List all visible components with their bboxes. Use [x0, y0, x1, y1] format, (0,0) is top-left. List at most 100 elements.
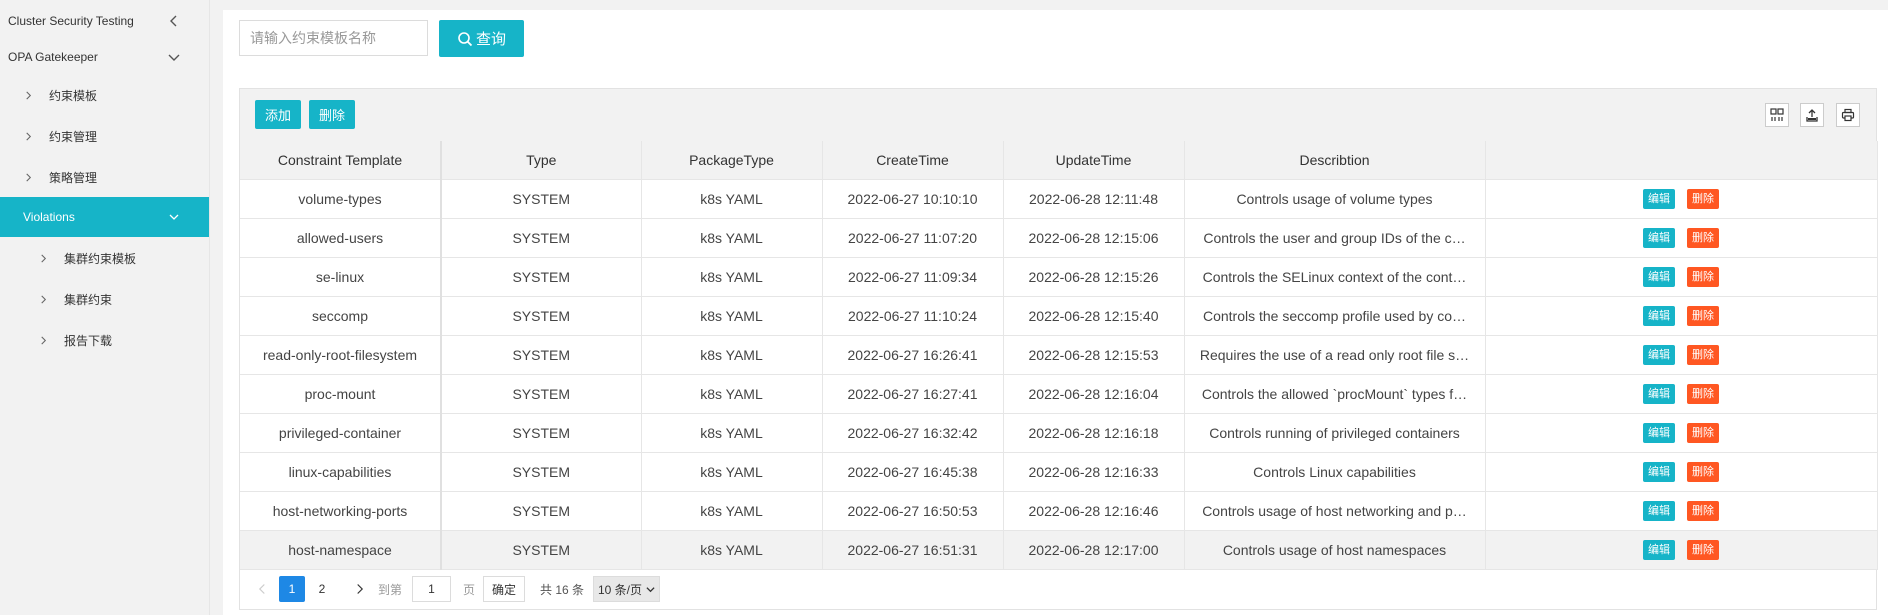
table-row[interactable]: proc-mount SYSTEM k8s YAML 2022-06-27 16:27… — [240, 374, 1878, 414]
delete-button[interactable]: 删除 — [1687, 500, 1719, 521]
sidebar-item-label: OPA Gatekeeper — [8, 50, 98, 64]
table-cell: k8s YAML — [641, 374, 823, 414]
delete-button[interactable]: 删除 — [1687, 227, 1719, 248]
add-button[interactable]: 添加 — [255, 100, 302, 129]
delete-button[interactable]: 删除 — [1687, 383, 1719, 404]
search-button[interactable]: 查询 — [439, 20, 524, 57]
table-cell: Controls the SELinux context of the cont… — [1184, 257, 1486, 297]
table-cell: 2022-06-27 10:10:10 — [822, 179, 1004, 219]
table-cell: 2022-06-27 16:32:42 — [822, 413, 1004, 453]
table-cell: seccomp — [240, 296, 442, 336]
search-input[interactable] — [239, 20, 428, 56]
goto-page-input[interactable] — [412, 576, 451, 602]
table-row[interactable]: se-linux SYSTEM k8s YAML 2022-06-27 11:09:3… — [240, 257, 1878, 297]
print-icon[interactable] — [1836, 103, 1860, 127]
table-cell: 2022-06-27 11:07:20 — [822, 218, 1004, 258]
sidebar-item-constraint-templates[interactable]: 约束模板 — [0, 75, 209, 115]
search-button-label: 查询 — [475, 31, 506, 48]
edit-button[interactable]: 编辑 — [1643, 227, 1675, 248]
edit-button[interactable]: 编辑 — [1643, 383, 1675, 404]
chevron-right-icon — [22, 171, 34, 183]
sidebar-item-violations[interactable]: Violations — [0, 197, 209, 237]
row-actions: 编辑 删除 — [1485, 296, 1878, 336]
delete-button[interactable]: 删除 — [1687, 188, 1719, 209]
delete-button[interactable]: 删除 — [1687, 539, 1719, 560]
table-cell: 2022-06-28 12:15:40 — [1003, 296, 1185, 336]
edit-button[interactable]: 编辑 — [1643, 188, 1675, 209]
table-cell: SYSTEM — [441, 257, 642, 297]
table-row[interactable]: read-only-root-filesystem SYSTEM k8s YAML 2… — [240, 335, 1878, 375]
table-cell: 2022-06-28 12:17:00 — [1003, 530, 1185, 570]
table-cell: 2022-06-28 12:15:06 — [1003, 218, 1185, 258]
table-row[interactable]: seccomp SYSTEM k8s YAML 2022-06-27 11:10:24… — [240, 296, 1878, 336]
goto-prefix: 到第 — [378, 583, 403, 597]
edit-button[interactable]: 编辑 — [1643, 266, 1675, 287]
column-header[interactable]: Constraint Template — [240, 141, 442, 180]
search-icon — [457, 31, 473, 47]
chevron-down-icon — [165, 208, 183, 226]
table-row[interactable]: linux-capabilities SYSTEM k8s YAML 2022-06-… — [240, 452, 1878, 492]
sidebar-item-label: Cluster Security Testing — [8, 14, 134, 28]
page-button-2[interactable]: 2 — [309, 576, 335, 602]
row-actions: 编辑 删除 — [1485, 413, 1878, 453]
page-button-1[interactable]: 1 — [279, 576, 305, 602]
delete-button[interactable]: 删除 — [1687, 344, 1719, 365]
table-cell: k8s YAML — [641, 530, 823, 570]
table-cell: k8s YAML — [641, 491, 823, 531]
table-cell: privileged-container — [240, 413, 442, 453]
edit-button[interactable]: 编辑 — [1643, 305, 1675, 326]
table-cell: k8s YAML — [641, 335, 823, 375]
table-cell: k8s YAML — [641, 179, 823, 219]
sidebar-item-constraint-management[interactable]: 约束管理 — [0, 116, 209, 156]
delete-button[interactable]: 删除 — [1687, 305, 1719, 326]
sidebar-item-label: 策略管理 — [49, 170, 98, 185]
goto-confirm-button[interactable]: 确定 — [483, 576, 526, 602]
column-header[interactable]: Type — [441, 141, 642, 180]
delete-button[interactable]: 删除 — [1687, 461, 1719, 482]
chevron-right-icon — [22, 89, 34, 101]
column-header[interactable]: CreateTime — [822, 141, 1004, 180]
table-cell: SYSTEM — [441, 530, 642, 570]
edit-button[interactable]: 编辑 — [1643, 422, 1675, 443]
table-cell: 2022-06-28 12:16:04 — [1003, 374, 1185, 414]
edit-button[interactable]: 编辑 — [1643, 539, 1675, 560]
table-row[interactable]: allowed-users SYSTEM k8s YAML 2022-06-27 11… — [240, 218, 1878, 258]
sidebar-item-report-download[interactable]: 报告下载 — [0, 320, 209, 360]
delete-button[interactable]: 删除 — [1687, 422, 1719, 443]
column-header[interactable]: UpdateTime — [1003, 141, 1185, 180]
edit-button[interactable]: 编辑 — [1643, 344, 1675, 365]
table-cell: host-networking-ports — [240, 491, 442, 531]
table-row[interactable]: volume-types SYSTEM k8s YAML 2022-06-27 10:… — [240, 179, 1878, 219]
column-header[interactable]: PackageType — [641, 141, 823, 180]
sidebar-item-label: Violations — [23, 210, 75, 224]
sidebar-item-cluster-constraints[interactable]: 集群约束 — [0, 279, 209, 319]
table-cell: 2022-06-27 11:10:24 — [822, 296, 1004, 336]
columns-filter-icon[interactable] — [1765, 103, 1789, 127]
sidebar-item-policy-management[interactable]: 策略管理 — [0, 157, 209, 197]
table-cell: k8s YAML — [641, 296, 823, 336]
table-cell: 2022-06-27 16:27:41 — [822, 374, 1004, 414]
sidebar-item-cluster-constraint-templates[interactable]: 集群约束模板 — [0, 238, 209, 278]
column-header[interactable]: Describtion — [1184, 141, 1486, 180]
page-size-select[interactable]: 10 条/页 — [593, 576, 661, 602]
table-cell: 2022-06-28 12:16:18 — [1003, 413, 1185, 453]
table-row[interactable]: host-namespace SYSTEM k8s YAML 2022-06-27 1… — [240, 530, 1878, 570]
prev-page-icon[interactable] — [254, 578, 270, 600]
edit-button[interactable]: 编辑 — [1643, 461, 1675, 482]
batch-delete-button[interactable]: 删除 — [309, 100, 356, 129]
table-cell: Controls the user and group IDs of the c… — [1184, 218, 1486, 258]
chevron-left-icon — [165, 12, 183, 30]
sidebar-item-opa-gatekeeper[interactable]: OPA Gatekeeper — [0, 37, 209, 77]
sidebar: Cluster Security Testing OPA Gatekeeper … — [0, 0, 210, 615]
sidebar-item-cluster-security-testing[interactable]: Cluster Security Testing — [0, 1, 209, 41]
edit-button[interactable]: 编辑 — [1643, 500, 1675, 521]
table-row[interactable]: privileged-container SYSTEM k8s YAML 2022-0… — [240, 413, 1878, 453]
next-page-icon[interactable] — [351, 578, 367, 600]
table-cell: 2022-06-28 12:11:48 — [1003, 179, 1185, 219]
table-row[interactable]: host-networking-ports SYSTEM k8s YAML 2022-… — [240, 491, 1878, 531]
delete-button[interactable]: 删除 — [1687, 266, 1719, 287]
table-cell: 2022-06-28 12:15:53 — [1003, 335, 1185, 375]
sidebar-item-label: 报告下载 — [64, 333, 113, 348]
sidebar-item-label: 约束管理 — [49, 129, 98, 144]
export-icon[interactable] — [1800, 103, 1824, 127]
